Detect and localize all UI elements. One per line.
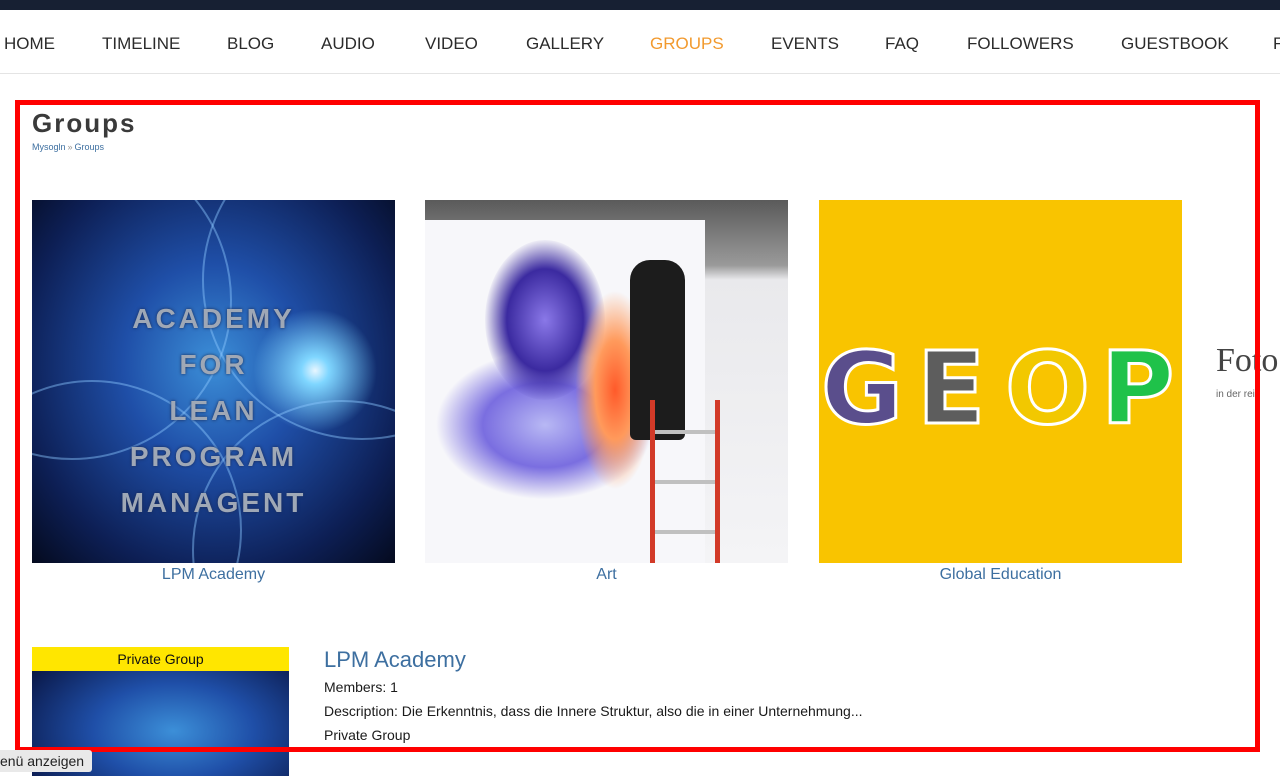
group-tile-lpm-academy-image[interactable]: ACADEMY FOR LEAN PROGRAM MANAGENT	[32, 200, 395, 563]
group-tile-global-education-link[interactable]: Global Education	[819, 566, 1182, 584]
ladder-rung	[655, 530, 715, 534]
ladder-rung	[655, 430, 715, 434]
geop-letter: O	[1003, 329, 1091, 449]
group-description: Description: Die Erkenntnis, dass die In…	[324, 703, 863, 719]
geop-letter: G	[819, 329, 904, 449]
group-tile-global-education-image[interactable]: G E O P	[819, 200, 1182, 563]
nav-followers[interactable]: FOLLOWERS	[967, 34, 1074, 54]
ladder-rung	[655, 480, 715, 484]
lpm-image-text: ACADEMY FOR LEAN PROGRAM MANAGENT	[32, 296, 395, 526]
breadcrumb: Mysogln» Groups	[32, 142, 104, 152]
lpm-image-line: ACADEMY	[132, 303, 295, 334]
group-tile-lpm-academy-link[interactable]: LPM Academy	[32, 566, 395, 584]
nav-events[interactable]: EVENTS	[771, 34, 839, 54]
group-tile-art-image[interactable]	[425, 200, 788, 563]
nav-blog[interactable]: BLOG	[227, 34, 274, 54]
breadcrumb-home-link[interactable]: Mysogln	[32, 142, 66, 152]
group-members-count: Members: 1	[324, 679, 398, 695]
group-list-title-link[interactable]: LPM Academy	[324, 647, 466, 673]
lpm-image-line: LEAN	[169, 395, 258, 426]
nav-groups[interactable]: GROUPS	[650, 34, 724, 54]
partial-tile-subtitle: in der reiz	[1216, 389, 1260, 400]
nav-audio[interactable]: AUDIO	[321, 34, 375, 54]
nav-gallery[interactable]: GALLERY	[526, 34, 604, 54]
nav-video[interactable]: VIDEO	[425, 34, 478, 54]
geop-letter: E	[915, 329, 986, 449]
group-type: Private Group	[324, 727, 411, 743]
nav-timeline[interactable]: TIMELINE	[102, 34, 180, 54]
group-tile-art-link[interactable]: Art	[425, 566, 788, 584]
top-bar	[0, 0, 1280, 10]
private-group-badge: Private Group	[32, 647, 289, 671]
ladder	[650, 400, 720, 563]
nav-home[interactable]: HOME	[4, 34, 55, 54]
lpm-image-line: FOR	[179, 349, 248, 380]
geop-letter: P	[1099, 329, 1175, 449]
breadcrumb-current[interactable]: Groups	[75, 142, 105, 152]
show-menu-button[interactable]: enü anzeigen	[0, 750, 93, 772]
page-title: Groups	[32, 108, 137, 138]
nav-more[interactable]: F	[1273, 34, 1280, 54]
partial-tile-title[interactable]: Foto	[1216, 342, 1278, 380]
main-nav: HOME TIMELINE BLOG AUDIO VIDEO GALLERY G…	[0, 10, 1280, 74]
nav-faq[interactable]: FAQ	[885, 34, 919, 54]
lpm-image-line: PROGRAM MANAGENT	[120, 441, 307, 518]
breadcrumb-separator: »	[67, 142, 73, 152]
nav-guestbook[interactable]: GUESTBOOK	[1121, 34, 1229, 54]
